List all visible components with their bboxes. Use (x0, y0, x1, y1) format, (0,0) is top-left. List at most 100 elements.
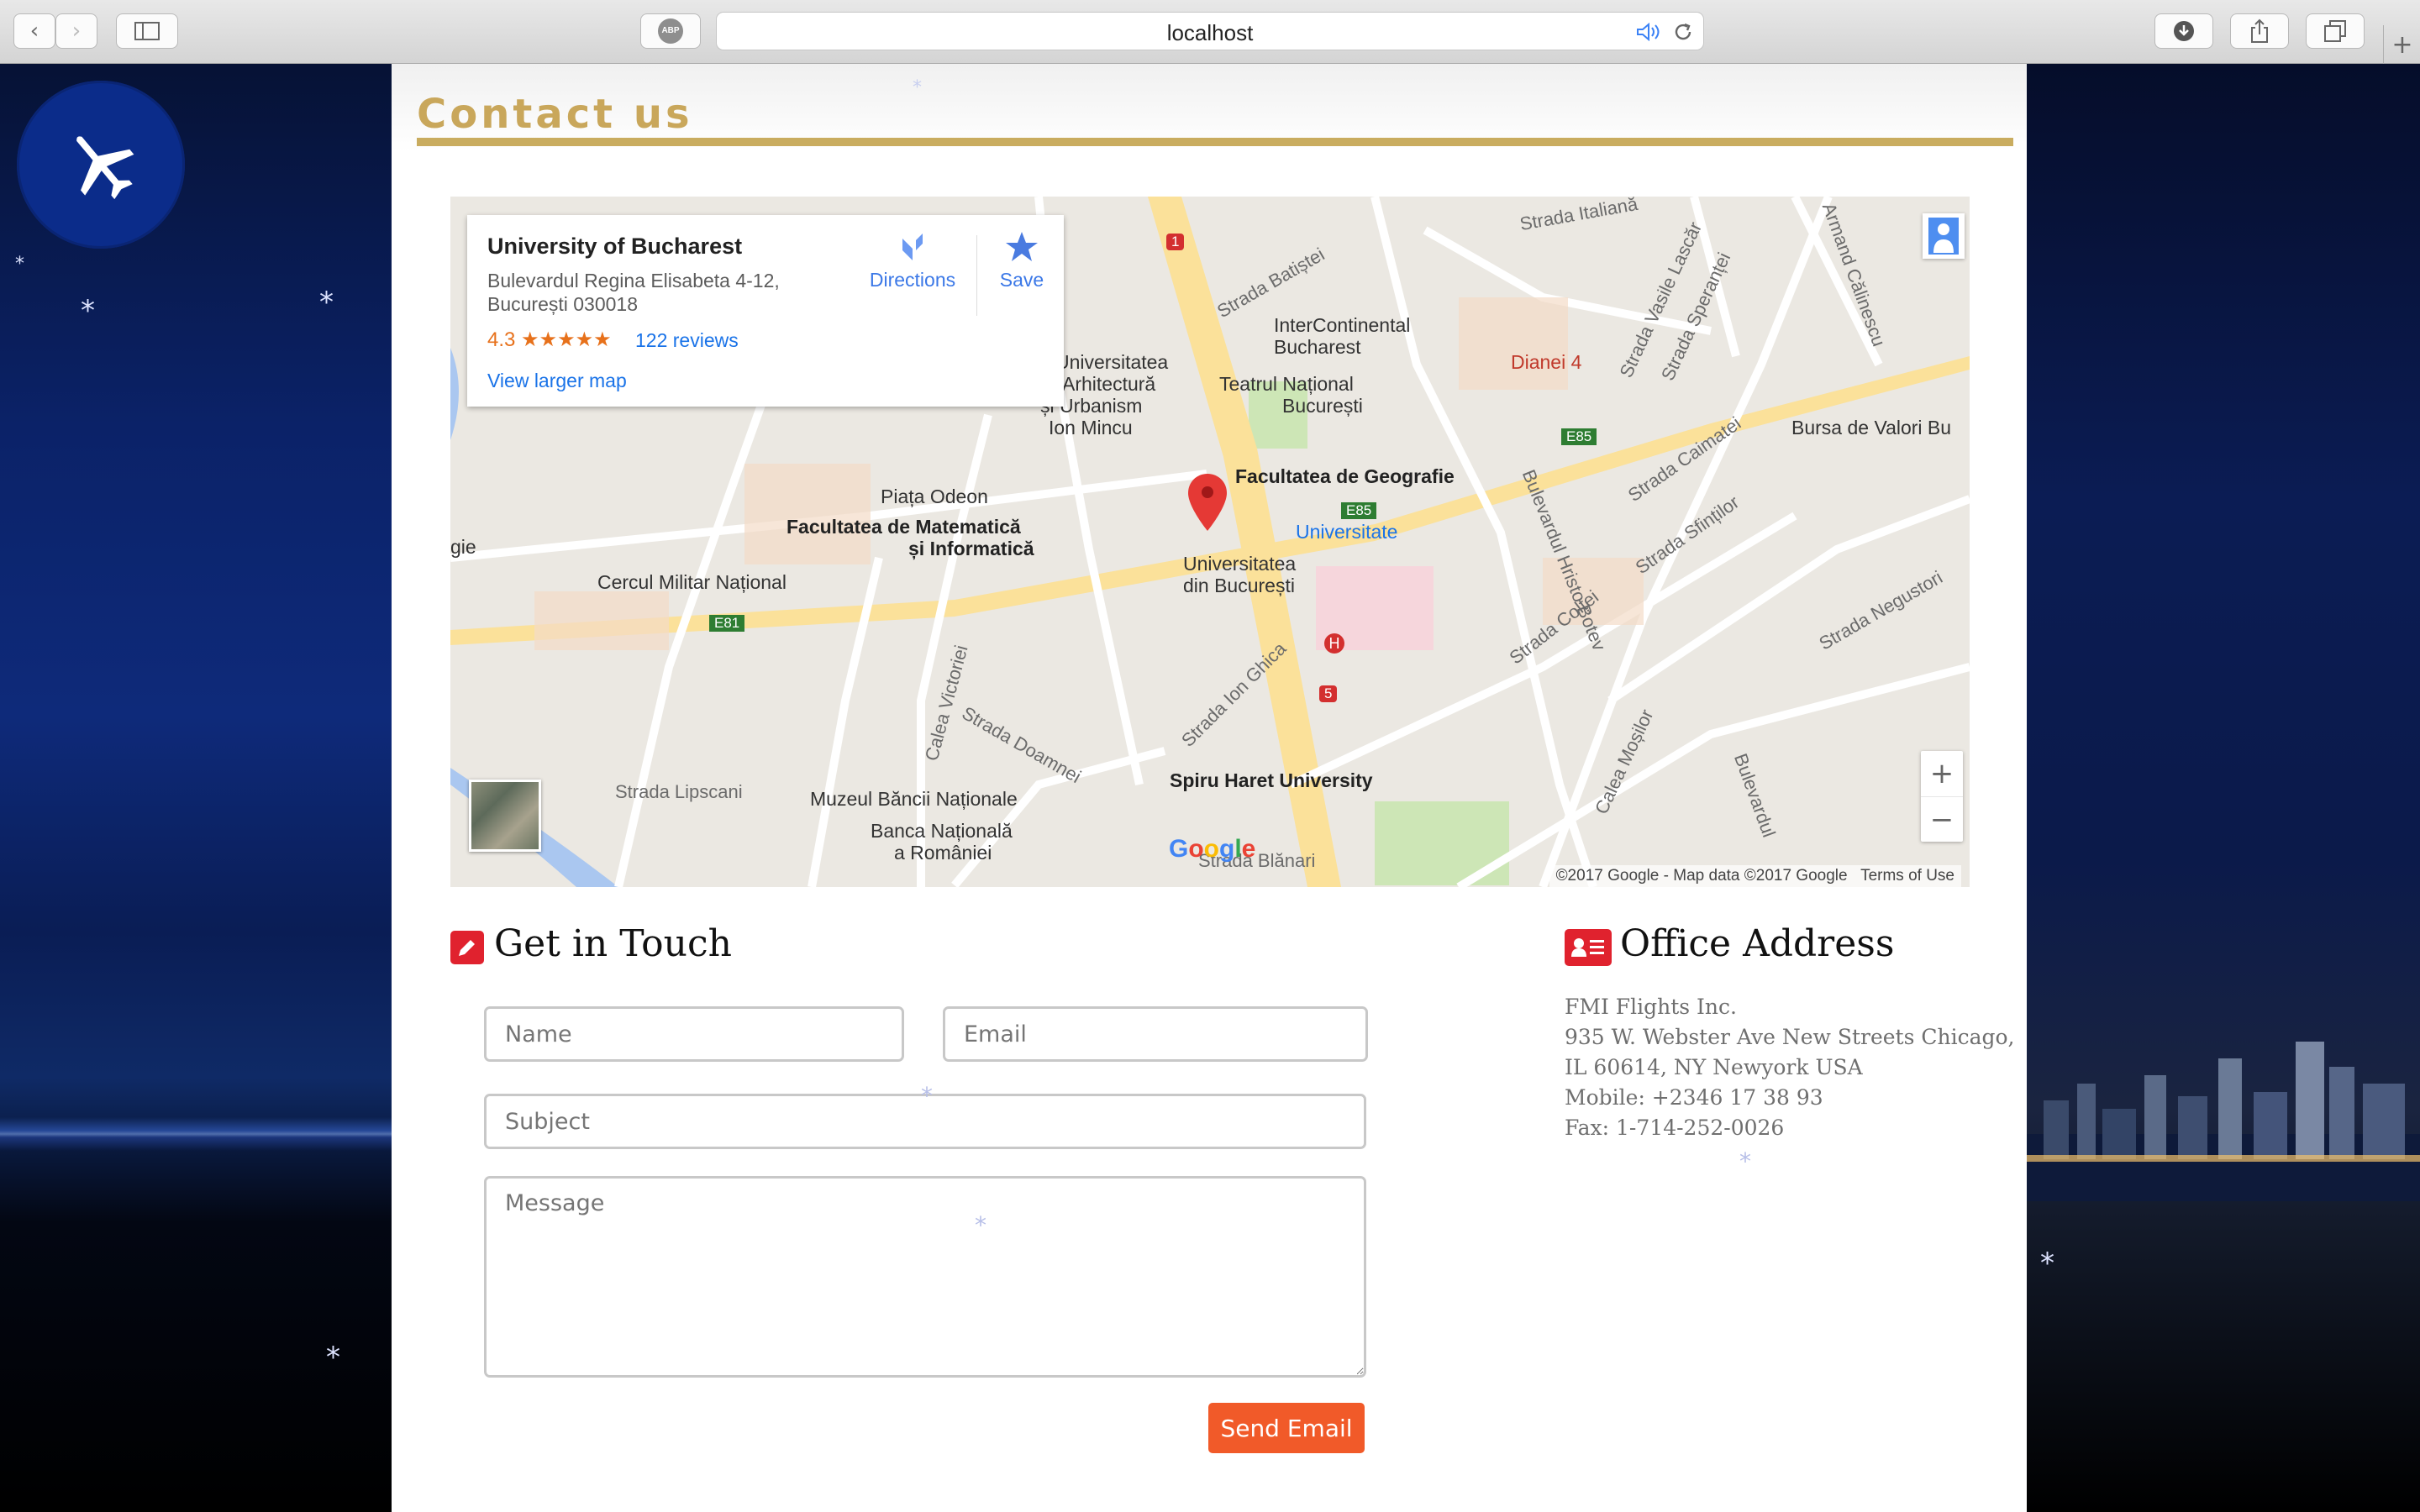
adblock-button[interactable]: ABP (640, 13, 701, 49)
map-label: gie (450, 536, 476, 558)
save-button[interactable]: Save (984, 230, 1060, 291)
star-icon (1006, 232, 1038, 261)
speaker-icon[interactable] (1636, 23, 1661, 41)
map-label: Arhitectură (1062, 373, 1156, 395)
map-label: Spiru Haret University (1170, 769, 1373, 791)
terms-link[interactable]: Terms of Use (1860, 867, 1954, 885)
google-logo: Google (1169, 835, 1256, 863)
snowflake-decoration: * (326, 1341, 340, 1374)
reload-icon[interactable] (1673, 22, 1693, 42)
route-badge: 5 (1319, 685, 1338, 702)
office-city: IL 60614, NY Newyork USA (1565, 1055, 1863, 1079)
logo-badge[interactable] (17, 81, 185, 249)
page-title: Contact us (417, 91, 693, 138)
map-label: Ion Mincu (1049, 417, 1133, 438)
map-label: Universitate (1296, 521, 1398, 543)
map-label: Strada Lipscani (615, 781, 743, 802)
download-icon (2174, 21, 2194, 41)
send-email-button[interactable]: Send Email (1208, 1403, 1365, 1453)
zoom-controls: + − (1921, 751, 1963, 842)
view-larger-map-link[interactable]: View larger map (487, 370, 627, 392)
city-lights (0, 1117, 392, 1151)
address-line: București 030018 (487, 293, 639, 315)
share-button[interactable] (2230, 13, 2289, 49)
office-company: FMI Flights Inc. (1565, 995, 1737, 1019)
place-info-card: University of Bucharest Bulevardul Regin… (467, 215, 1064, 407)
address-bar[interactable]: localhost (716, 12, 1704, 50)
snowflake-decoration: * (1739, 1147, 1751, 1175)
get-in-touch-heading: Get in Touch (494, 922, 732, 965)
save-label: Save (999, 269, 1044, 291)
map-label: Facultatea de Matematică (786, 516, 1021, 538)
office-street: 935 W. Webster Ave New Streets Chicago, (1565, 1025, 2015, 1049)
content-panel: Contact us InterContinental Bucharest Te… (392, 64, 2027, 1512)
chevron-right-icon: › (71, 18, 82, 44)
office-fax: Fax: 1-714-252-0026 (1565, 1116, 1785, 1140)
background-right (2027, 64, 2420, 1512)
place-address: Bulevardul Regina Elisabeta 4-12, Bucureș… (487, 269, 823, 316)
new-tab-button[interactable]: + (2383, 25, 2420, 64)
address-card-icon (1565, 929, 1612, 966)
route-badge: E81 (709, 615, 745, 632)
hospital-icon: H (1324, 633, 1344, 654)
snowflake-decoration: * (81, 294, 95, 328)
zoom-in-button[interactable]: + (1921, 751, 1963, 796)
map-label: Bucharest (1274, 336, 1361, 358)
pencil-icon (450, 931, 484, 964)
snowflake-decoration: * (975, 1211, 986, 1239)
route-badge: E85 (1341, 502, 1377, 519)
plus-icon: + (1929, 757, 1954, 790)
map-label: Banca Națională (871, 820, 1013, 842)
office-mobile: Mobile: +2346 17 38 93 (1565, 1085, 1823, 1110)
snowflake-decoration: * (319, 286, 334, 319)
share-icon (2251, 18, 2268, 43)
url-text: localhost (1166, 20, 1254, 45)
message-textarea[interactable] (484, 1176, 1366, 1378)
route-badge: E85 (1561, 428, 1597, 445)
map-label: a României (894, 842, 992, 864)
map-label: Cercul Militar Național (597, 571, 786, 593)
map-label: din București (1183, 575, 1295, 596)
forward-button[interactable]: › (55, 13, 97, 49)
browser-toolbar: ‹ › ABP localhost + (0, 0, 2420, 64)
name-input[interactable] (484, 1006, 904, 1062)
satellite-toggle[interactable] (469, 780, 541, 852)
google-map[interactable]: InterContinental Bucharest Teatrul Națio… (450, 197, 1970, 887)
divider (976, 235, 977, 316)
snowflake-decoration: * (921, 1082, 933, 1110)
snowflake-decoration: * (2040, 1247, 2054, 1280)
street-view-button[interactable] (1923, 213, 1965, 259)
office-address-heading: Office Address (1620, 922, 1895, 965)
tabs-button[interactable] (2306, 13, 2365, 49)
tabs-icon (2324, 20, 2346, 42)
map-label: Universitatea (1055, 351, 1169, 373)
downloads-button[interactable] (2154, 13, 2213, 49)
reviews-link[interactable]: 122 reviews (635, 329, 739, 352)
map-label: Teatrul Național (1219, 373, 1354, 395)
snowflake-decoration: * (913, 77, 922, 98)
sidebar-button[interactable] (116, 13, 178, 49)
map-label: și Informatică (908, 538, 1034, 559)
map-label: Universitatea (1183, 553, 1297, 575)
map-label: Facultatea de Geografie (1235, 465, 1455, 487)
adblock-icon: ABP (658, 18, 683, 44)
zoom-out-button[interactable]: − (1921, 796, 1963, 843)
map-pin-icon[interactable] (1188, 474, 1227, 531)
directions-label: Directions (869, 269, 956, 291)
directions-icon (902, 234, 923, 260)
background-left (0, 64, 392, 1512)
place-rating: 4.3 ★★★★★ (487, 328, 612, 351)
map-copyright: ©2017 Google - Map data ©2017 Google (1555, 867, 1848, 885)
title-underline (417, 138, 2013, 146)
directions-button[interactable]: Directions (854, 230, 971, 291)
map-label: Bursa de Valori Bu (1791, 417, 1952, 438)
address-line: Bulevardul Regina Elisabeta 4-12, (487, 270, 780, 291)
email-input[interactable] (943, 1006, 1368, 1062)
sidebar-icon (134, 22, 160, 40)
map-label: Muzeul Băncii Naționale (810, 788, 1018, 810)
back-button[interactable]: ‹ (13, 13, 55, 49)
map-label: Dianei 4 (1511, 351, 1582, 373)
pegman-icon (1928, 218, 1959, 255)
map-label: InterContinental (1274, 314, 1411, 336)
minus-icon: − (1929, 803, 1954, 837)
